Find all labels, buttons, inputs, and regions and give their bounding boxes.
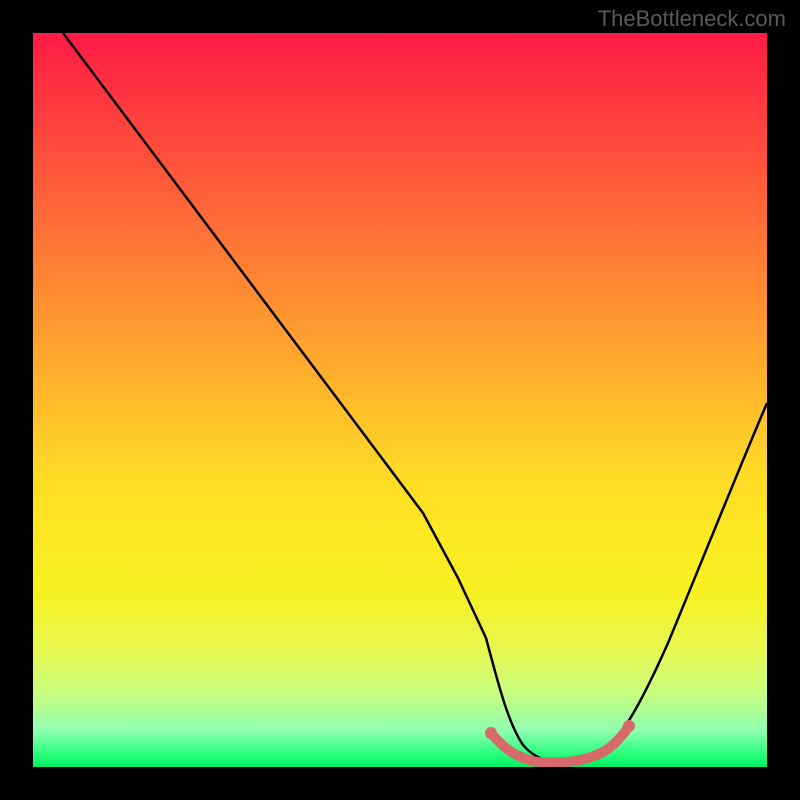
gradient-background (33, 33, 767, 767)
plot-area (33, 33, 767, 767)
watermark-text: TheBottleneck.com (598, 6, 786, 32)
